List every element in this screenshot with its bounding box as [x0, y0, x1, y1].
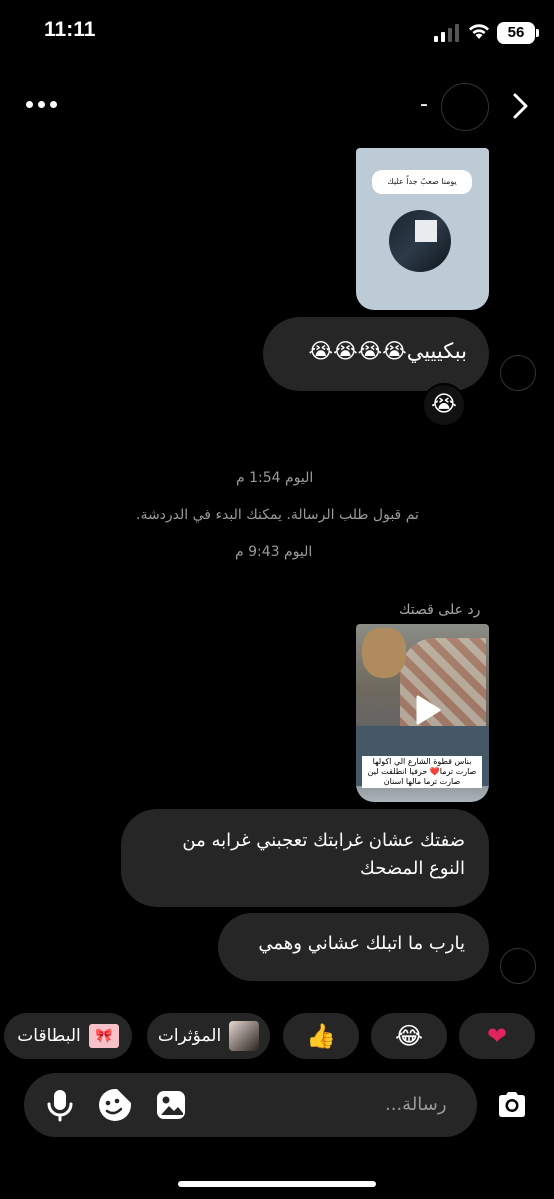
sender-avatar [500, 355, 536, 391]
battery-tip [536, 29, 539, 37]
message-reaction[interactable]: 😭 [422, 383, 466, 427]
heart-button[interactable]: ❤ [459, 1013, 535, 1059]
sender-avatar [500, 948, 536, 984]
signal-icon [434, 24, 460, 42]
message-input[interactable]: رسالة... [385, 1094, 447, 1115]
status-time: 11:11 [44, 18, 96, 41]
timestamp: اليوم 9:43 م [235, 544, 313, 560]
message-bubble[interactable]: ببكيييي😭😭😭😭 [263, 317, 489, 391]
play-icon[interactable] [408, 692, 444, 728]
effects-button[interactable]: المؤثرات [147, 1013, 270, 1059]
ribbon-icon: 🎀 [88, 1024, 119, 1048]
message-bubble[interactable]: ضفتك عشان غرابتك تعجبني غرابه من النوع ا… [121, 809, 489, 907]
sticker-icon[interactable] [97, 1087, 133, 1123]
message-bubble[interactable]: يارب ما اتبلك عشاني وهمي [218, 913, 489, 981]
thumbs-up-button[interactable]: 👍 [283, 1013, 359, 1059]
laugh-button[interactable]: 😂 [371, 1013, 447, 1059]
microphone-icon[interactable] [42, 1087, 78, 1123]
battery-indicator: 56 [497, 22, 535, 44]
story-image[interactable]: يومنا صعبً جداً عليك [356, 148, 489, 310]
request-accepted-notice: تم قبول طلب الرسالة. يمكنك البدء في الدر… [136, 507, 419, 523]
cards-label: البطاقات [17, 1026, 81, 1046]
more-options-button[interactable] [26, 92, 62, 116]
chevron-right-icon[interactable] [510, 92, 532, 120]
cards-button[interactable]: 🎀 البطاقات [4, 1013, 132, 1059]
gallery-icon[interactable] [153, 1087, 189, 1123]
contact-name[interactable]: - [420, 92, 428, 117]
story-video-thumbnail[interactable]: بناس قطوة الشارع الي اكولها صارت ترما❤️ … [356, 624, 489, 802]
story-cat-image [362, 628, 406, 678]
laugh-icon: 😂 [394, 1022, 424, 1050]
home-indicator [178, 1181, 376, 1187]
effects-thumbnail [229, 1021, 260, 1051]
timestamp: اليوم 1:54 م [236, 470, 314, 486]
camera-icon[interactable] [494, 1087, 530, 1123]
story-reply-label: رد على قصتك [399, 602, 481, 618]
effects-label: المؤثرات [157, 1026, 222, 1046]
wifi-icon [469, 24, 489, 39]
story-caption: بناس قطوة الشارع الي اكولها صارت ترما❤️ … [362, 756, 482, 788]
heart-icon: ❤ [486, 1022, 508, 1050]
contact-avatar[interactable] [441, 83, 489, 131]
story-text: يومنا صعبً جداً عليك [372, 170, 472, 194]
thumbs-up-icon: 👍 [306, 1022, 336, 1050]
story-graphic [389, 210, 451, 272]
